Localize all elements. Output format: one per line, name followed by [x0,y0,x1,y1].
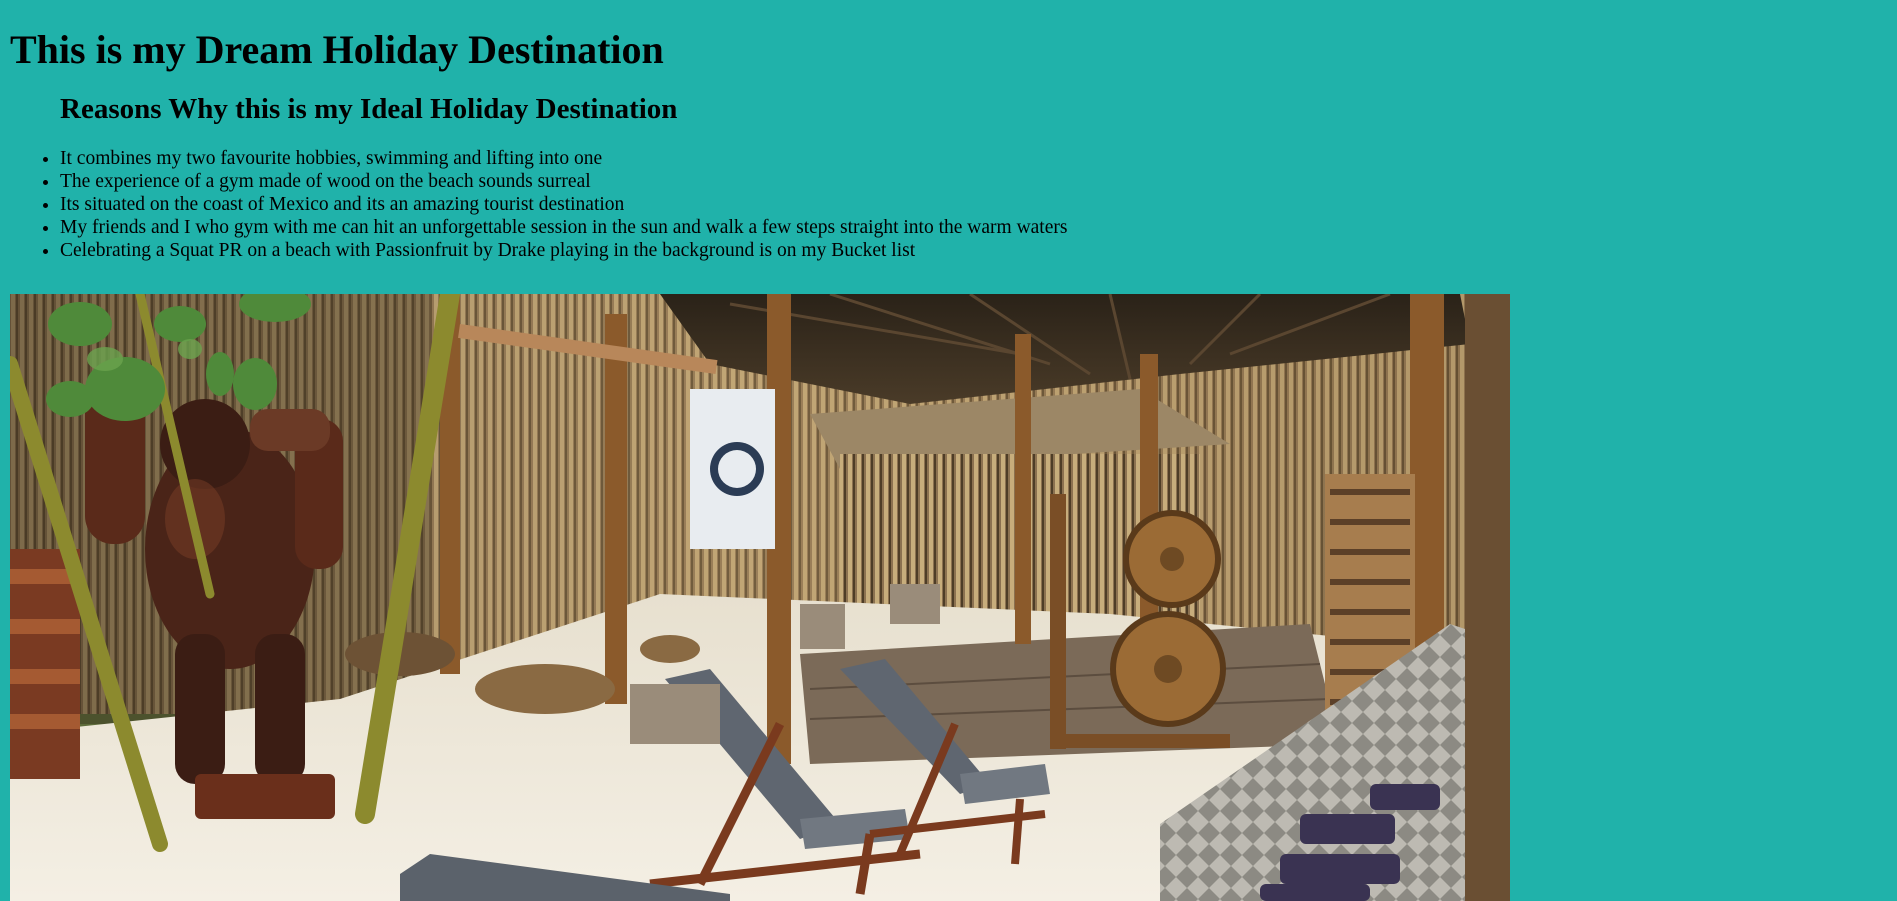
page-title: This is my Dream Holiday Destination [10,27,664,72]
list-item: My friends and I who gym with me can hit… [60,216,1887,239]
list-item: Celebrating a Squat PR on a beach with P… [60,239,1887,262]
beach-gym-photo [10,294,1510,901]
page-content: This is my Dream Holiday Destination Rea… [0,0,1897,262]
list-item: The experience of a gym made of wood on … [60,170,1887,193]
list-item: It combines my two favourite hobbies, sw… [60,147,1887,170]
list-item: Its situated on the coast of Mexico and … [60,193,1887,216]
page-subtitle: Reasons Why this is my Ideal Holiday Des… [60,93,678,125]
reasons-list: It combines my two favourite hobbies, sw… [10,147,1887,262]
